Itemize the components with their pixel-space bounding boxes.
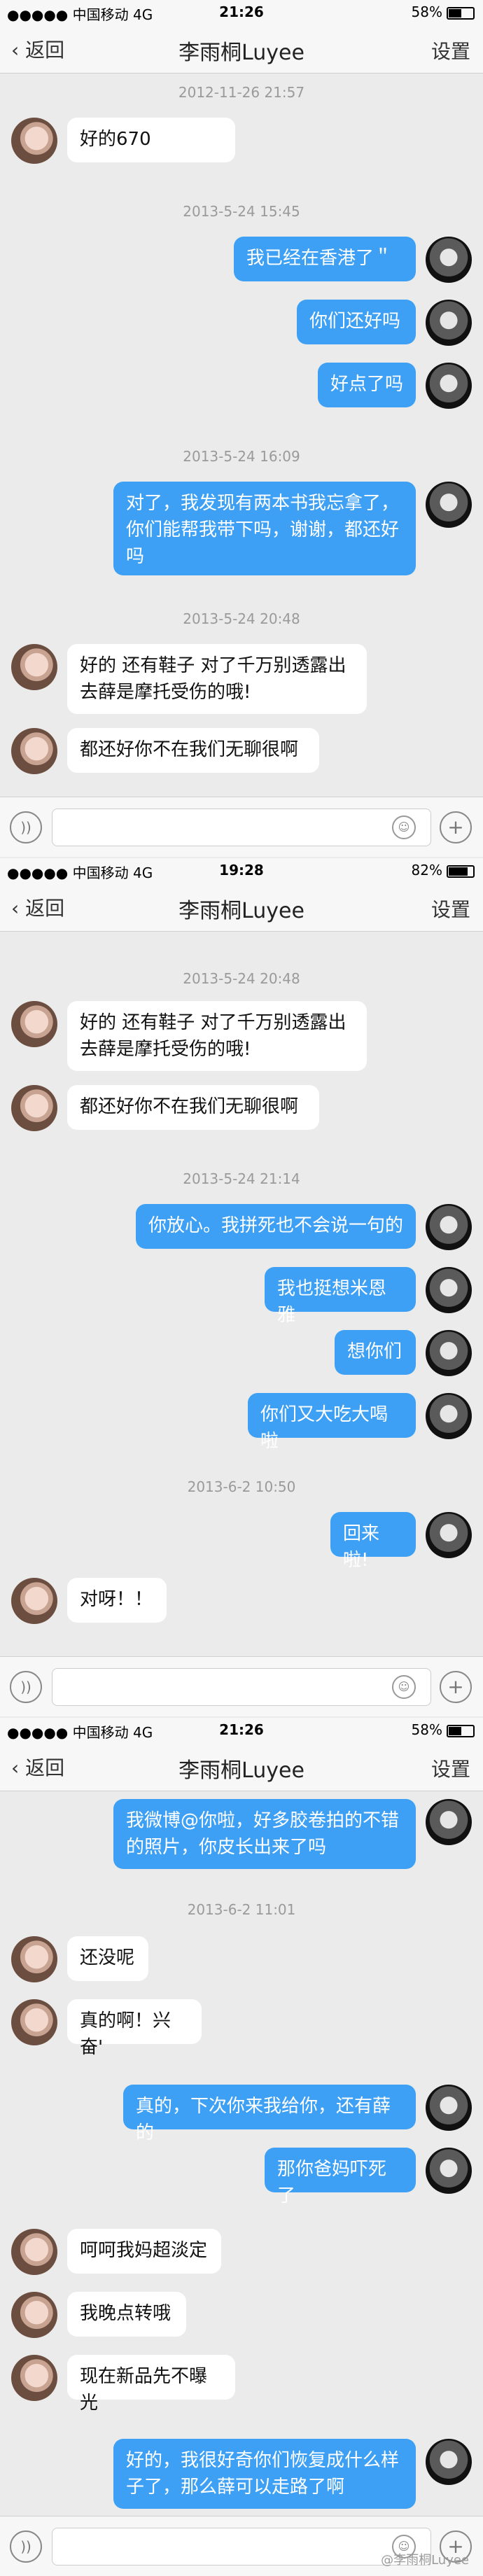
message-input[interactable] — [52, 1668, 431, 1706]
timestamp: 2013-5-24 16:09 — [183, 448, 300, 465]
message-incoming[interactable]: 好的 还有鞋子 对了千万别透露出去薛是摩托受伤的哦! — [67, 644, 367, 714]
message-outgoing[interactable]: 我已经在香港了＂ — [234, 237, 416, 281]
input-bar: )) ☺ + @李雨桐Luyee — [0, 2516, 483, 2576]
battery-percent: 58% — [411, 4, 442, 20]
message-input[interactable] — [52, 2528, 431, 2566]
message-outgoing[interactable]: 真的，下次你来我给你，还有薛的 — [123, 2085, 416, 2143]
user-avatar[interactable] — [426, 482, 472, 528]
message-outgoing[interactable]: 回来啦! — [330, 1512, 416, 1571]
nav-bar: ‹ 返回 李雨桐Luyee 设置 — [0, 1743, 483, 1791]
chat-title: 李雨桐Luyee — [178, 41, 304, 65]
message-outgoing[interactable]: 对了，我发现有两本书我忘拿了，你们能帮我带下吗，谢谢，都还好吗 — [113, 482, 416, 575]
emoji-icon[interactable]: ☺ — [392, 1675, 416, 1699]
message-outgoing[interactable]: 你们还好吗 — [297, 300, 416, 344]
user-avatar[interactable] — [426, 2085, 472, 2131]
user-avatar[interactable] — [426, 237, 472, 283]
contact-avatar[interactable] — [11, 1999, 57, 2045]
status-bar: ●●●●● 中国移动 4G 21:26 58% — [0, 0, 483, 25]
user-avatar[interactable] — [426, 1393, 472, 1439]
clock: 19:28 — [219, 862, 264, 878]
message-input[interactable] — [52, 808, 431, 846]
contact-avatar[interactable] — [11, 644, 57, 690]
plus-icon[interactable]: + — [440, 811, 472, 844]
message-incoming[interactable]: 真的啊！兴奋' — [67, 1999, 202, 2058]
message-outgoing[interactable]: 好的，我很好奇你们恢复成什么样子了，那么薛可以走路了啊 — [113, 2439, 416, 2509]
settings-button[interactable]: 设置 — [431, 36, 470, 64]
voice-icon[interactable]: )) — [10, 1671, 42, 1703]
emoji-icon[interactable]: ☺ — [392, 816, 416, 839]
settings-button[interactable]: 设置 — [431, 895, 470, 923]
chat-title: 李雨桐Luyee — [178, 899, 304, 923]
contact-avatar[interactable] — [11, 1578, 57, 1624]
status-bar: ●●●●● 中国移动 4G 21:26 58% — [0, 1718, 483, 1743]
message-incoming[interactable]: 好的 还有鞋子 对了千万别透露出去薛是摩托受伤的哦! — [67, 1001, 367, 1071]
contact-avatar[interactable] — [11, 2229, 57, 2275]
message-outgoing[interactable]: 我微博@你啦，好多胶卷拍的不错的照片，你皮长出来了吗 — [113, 1799, 416, 1869]
battery-percent: 58% — [411, 1721, 442, 1738]
user-avatar[interactable] — [426, 2148, 472, 2194]
battery-icon — [447, 864, 475, 878]
message-incoming[interactable]: 我晚点转哦 — [67, 2292, 186, 2337]
message-outgoing[interactable]: 你放心。我拼死也不会说一句的 — [136, 1204, 416, 1249]
user-avatar[interactable] — [426, 1799, 472, 1845]
user-avatar[interactable] — [426, 1330, 472, 1376]
clock: 21:26 — [219, 4, 264, 20]
user-avatar[interactable] — [426, 300, 472, 346]
contact-avatar[interactable] — [11, 1936, 57, 1982]
nav-bar: ‹ 返回 李雨桐Luyee 设置 — [0, 883, 483, 932]
user-avatar[interactable] — [426, 2439, 472, 2485]
battery-icon — [447, 1724, 475, 1737]
contact-avatar[interactable] — [11, 2355, 57, 2401]
user-avatar[interactable] — [426, 1267, 472, 1313]
message-outgoing[interactable]: 你们又大吃大喝啦 — [248, 1393, 416, 1452]
screenshot-2: ●●●●● 中国移动 4G 19:28 82% ‹ 返回 李雨桐Luyee 设置… — [0, 858, 483, 1716]
plus-icon[interactable]: + — [440, 1671, 472, 1703]
contact-avatar[interactable] — [11, 728, 57, 774]
message-incoming[interactable]: 好的670 — [67, 118, 235, 162]
settings-button[interactable]: 设置 — [431, 1754, 470, 1782]
timestamp: 2013-5-24 20:48 — [183, 610, 300, 627]
message-outgoing[interactable]: 那你爸妈吓死了 — [265, 2148, 416, 2206]
message-incoming[interactable]: 还没呢 — [67, 1936, 148, 1981]
contact-avatar[interactable] — [11, 2292, 57, 2338]
message-incoming[interactable]: 对呀！！ — [67, 1578, 167, 1623]
message-incoming[interactable]: 呵呵我妈超淡定 — [67, 2229, 221, 2274]
battery-percent: 82% — [411, 862, 442, 878]
contact-avatar[interactable] — [11, 118, 57, 164]
timestamp: 2013-6-2 10:50 — [187, 1478, 296, 1495]
timestamp: 2013-5-24 21:14 — [183, 1170, 300, 1187]
message-incoming[interactable]: 都还好你不在我们无聊很啊 — [67, 728, 319, 773]
chat-title: 李雨桐Luyee — [178, 1758, 304, 1783]
user-avatar[interactable] — [426, 363, 472, 409]
watermark: @李雨桐Luyee — [381, 2553, 469, 2568]
user-avatar[interactable] — [426, 1204, 472, 1250]
input-bar: )) ☺ + — [0, 1656, 483, 1716]
user-avatar[interactable] — [426, 1512, 472, 1558]
status-bar: ●●●●● 中国移动 4G 19:28 82% — [0, 858, 483, 883]
message-outgoing[interactable]: 好点了吗 — [318, 363, 416, 407]
voice-icon[interactable]: )) — [10, 811, 42, 844]
contact-avatar[interactable] — [11, 1001, 57, 1047]
voice-icon[interactable]: )) — [10, 2530, 42, 2563]
timestamp: 2013-6-2 11:01 — [187, 1901, 296, 1918]
input-bar: )) ☺ + — [0, 797, 483, 857]
timestamp: 2013-5-24 15:45 — [183, 203, 300, 220]
timestamp: 2012-11-26 21:57 — [178, 84, 305, 101]
message-outgoing[interactable]: 想你们 — [335, 1330, 416, 1375]
screenshot-1: ●●●●● 中国移动 4G 21:26 58% ‹ 返回 李雨桐Luyee 设置… — [0, 0, 483, 857]
battery-icon — [447, 6, 475, 20]
contact-avatar[interactable] — [11, 1085, 57, 1131]
screenshot-3: ●●●●● 中国移动 4G 21:26 58% ‹ 返回 李雨桐Luyee 设置… — [0, 1718, 483, 2576]
nav-bar: ‹ 返回 李雨桐Luyee 设置 — [0, 25, 483, 74]
message-incoming[interactable]: 都还好你不在我们无聊很啊 — [67, 1085, 319, 1130]
message-outgoing[interactable]: 我也挺想米恩雅 — [265, 1267, 416, 1326]
clock: 21:26 — [219, 1721, 264, 1738]
message-incoming[interactable]: 现在新品先不曝光 — [67, 2355, 235, 2414]
timestamp: 2013-5-24 20:48 — [183, 970, 300, 987]
